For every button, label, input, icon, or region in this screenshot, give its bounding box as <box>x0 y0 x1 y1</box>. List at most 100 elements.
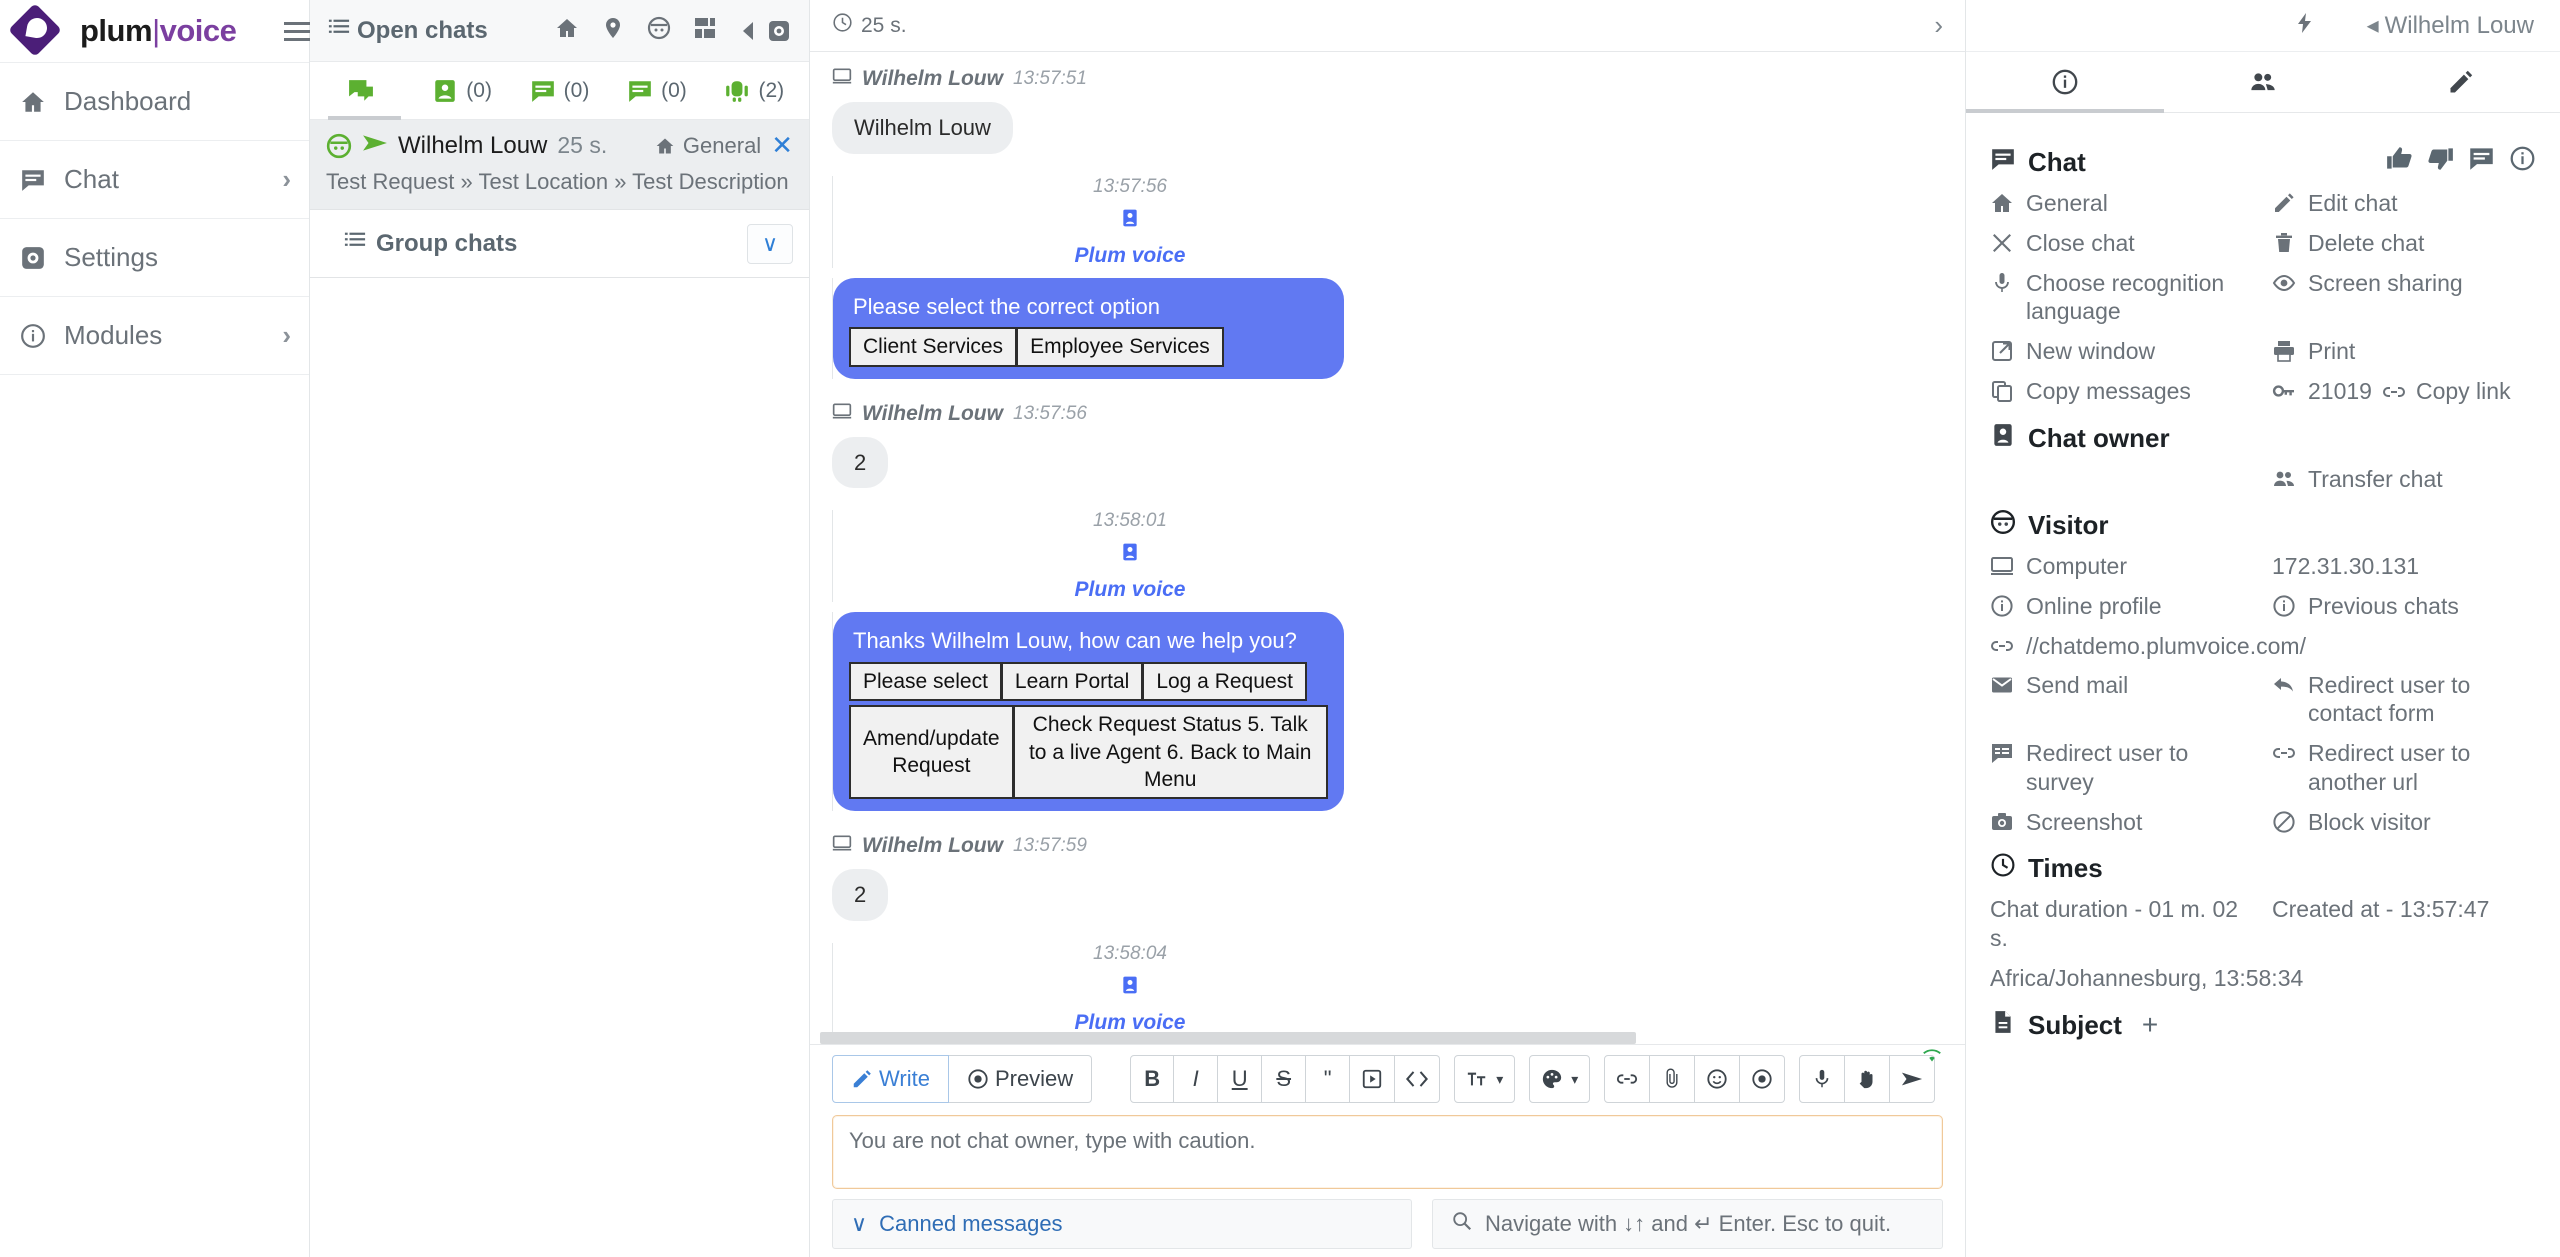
action-online-profile[interactable]: Online profile <box>1990 592 2254 621</box>
expand-panel-icon[interactable]: › <box>1934 10 1943 41</box>
visitor-face-icon[interactable] <box>647 16 671 46</box>
action-edit-chat[interactable]: Edit chat <box>2272 189 2536 218</box>
thumbs-down-icon[interactable] <box>2427 145 2454 179</box>
brand-voice: voice <box>159 13 237 48</box>
tab-info[interactable] <box>1966 52 2164 113</box>
horizontal-scrollbar[interactable] <box>820 1032 1953 1044</box>
microphone-button[interactable] <box>1799 1055 1846 1103</box>
bold-button[interactable]: B <box>1130 1055 1175 1103</box>
italic-button[interactable]: I <box>1174 1055 1219 1103</box>
message-text: Thanks Wilhelm Louw, how can we help you… <box>853 628 1297 654</box>
font-size-button[interactable]: ▾ <box>1454 1055 1516 1103</box>
sidebar-item-settings[interactable]: Settings <box>0 218 309 296</box>
strikethrough-button[interactable]: S <box>1262 1055 1307 1103</box>
quote-button[interactable]: " <box>1306 1055 1351 1103</box>
add-subject-button[interactable]: + <box>2142 1009 2158 1041</box>
tab-bots[interactable]: (2) <box>706 62 803 119</box>
tab-chats[interactable] <box>316 62 413 120</box>
message-meta: Wilhelm Louw 13:57:56 <box>832 401 1943 427</box>
info-icon[interactable] <box>2509 145 2536 179</box>
quick-reply-button[interactable]: Amend/update Request <box>849 705 1014 800</box>
message-input[interactable]: You are not chat owner, type with cautio… <box>832 1115 1943 1189</box>
collapse-settings-group[interactable] <box>739 19 791 43</box>
code-button[interactable] <box>1395 1055 1441 1103</box>
current-user[interactable]: ◂ Wilhelm Louw <box>2367 11 2534 40</box>
group-chats-section[interactable]: Group chats ∨ <box>310 210 809 278</box>
hand-button[interactable] <box>1845 1055 1891 1103</box>
gear-icon <box>18 243 48 273</box>
underline-button[interactable]: U <box>1218 1055 1263 1103</box>
message-group: Wilhelm Louw 13:57:59 2 <box>832 833 1943 921</box>
tab-edit[interactable] <box>2362 52 2560 112</box>
quick-reply-button[interactable]: Learn Portal <box>1001 662 1144 702</box>
message-bubble-line: Wilhelm Louw <box>832 102 1943 154</box>
lightning-icon[interactable] <box>2293 11 2317 41</box>
subject-title: Subject + <box>1990 1009 2536 1042</box>
messages-scroll-area[interactable]: Wilhelm Louw 13:57:51 Wilhelm Louw 13:57… <box>810 52 1965 1044</box>
tab-visitors[interactable]: (0) <box>413 62 510 119</box>
quick-reply-button[interactable]: Check Request Status 5. Talk to a live A… <box>1013 705 1328 800</box>
thumbs-up-icon[interactable] <box>2386 145 2413 179</box>
canned-messages-button[interactable]: ∨ Canned messages <box>832 1199 1412 1249</box>
action-redirect-url[interactable]: Redirect user to another url <box>2272 739 2536 797</box>
tab-messages[interactable]: (0) <box>511 62 608 119</box>
link-button[interactable] <box>1604 1055 1651 1103</box>
pencil-icon <box>2275 193 2294 212</box>
chat-visitor-name: Wilhelm Louw <box>398 131 548 159</box>
clock-icon <box>1990 852 2016 885</box>
sidebar-item-dashboard[interactable]: Dashboard <box>0 62 309 140</box>
action-block-visitor[interactable]: Block visitor <box>2272 808 2536 837</box>
insert-video-button[interactable] <box>1350 1055 1396 1103</box>
italic-glyph: I <box>1192 1066 1199 1091</box>
owner-empty-cell <box>1990 465 2254 494</box>
canned-search-input[interactable]: Navigate with ↓↑ and ↵ Enter. Esc to qui… <box>1432 1199 1943 1249</box>
sidebar-item-chat[interactable]: Chat › <box>0 140 309 218</box>
action-copy-messages[interactable]: Copy messages <box>1990 377 2254 406</box>
action-redirect-survey[interactable]: Redirect user to survey <box>1990 739 2254 797</box>
chevron-down-icon: ▾ <box>1496 1070 1504 1087</box>
tab-messages-2[interactable]: (0) <box>608 62 705 119</box>
action-screen-sharing[interactable]: Screen sharing <box>2272 269 2536 327</box>
close-chat-icon[interactable]: ✕ <box>771 130 793 161</box>
quick-reply-button[interactable]: Please select <box>849 662 1002 702</box>
action-close-chat[interactable]: Close chat <box>1990 229 2254 258</box>
action-previous-chats[interactable]: Previous chats <box>2272 592 2536 621</box>
menu-toggle-icon[interactable] <box>284 21 311 41</box>
visitor-url[interactable]: //chatdemo.plumvoice.com/ <box>1990 632 2536 661</box>
location-pin-icon[interactable] <box>601 16 625 46</box>
action-transfer-chat[interactable]: Transfer chat <box>2272 465 2536 494</box>
write-tab-button[interactable]: Write <box>832 1055 949 1103</box>
canned-messages-label: Canned messages <box>879 1211 1063 1236</box>
back-arrow-icon: ◂ <box>2366 12 2379 39</box>
scrollbar-thumb[interactable] <box>820 1032 1636 1044</box>
action-send-mail[interactable]: Send mail <box>1990 671 2254 729</box>
tab-people[interactable] <box>2164 52 2362 112</box>
text-color-button[interactable]: ▾ <box>1529 1055 1591 1103</box>
record-button[interactable] <box>1740 1055 1786 1103</box>
list-item[interactable]: Wilhelm Louw 25 s. General ✕ Test Reques… <box>310 120 809 210</box>
preview-tab-button[interactable]: Preview <box>948 1055 1093 1103</box>
chat-actions-grid: General Edit chat Close chat Delete chat… <box>1990 189 2536 406</box>
action-screenshot[interactable]: Screenshot <box>1990 808 2254 837</box>
home-icon[interactable] <box>555 16 579 46</box>
quick-reply-button[interactable]: Employee Services <box>1017 327 1224 367</box>
quick-reply-button[interactable]: Log a Request <box>1143 662 1307 702</box>
message-icon[interactable] <box>2468 145 2495 179</box>
action-recognition-language[interactable]: Choose recognition language <box>1990 269 2254 327</box>
open-chats-label: Open chats <box>357 16 488 44</box>
message-meta: 13:57:56 Plum voice <box>832 175 1427 268</box>
action-new-window[interactable]: New window <box>1990 337 2254 366</box>
quick-reply-button[interactable]: Client Services <box>849 327 1018 367</box>
action-general[interactable]: General <box>1990 189 2254 218</box>
emoji-button[interactable] <box>1695 1055 1741 1103</box>
chevron-down-icon[interactable]: ∨ <box>747 223 793 264</box>
action-print[interactable]: Print <box>2272 337 2536 366</box>
copy-link-label[interactable]: Copy link <box>2416 377 2511 406</box>
rating-icons <box>2386 145 2536 179</box>
attachment-button[interactable] <box>1650 1055 1696 1103</box>
action-redirect-contact-form[interactable]: Redirect user to contact form <box>2272 671 2536 729</box>
sidebar-item-modules[interactable]: Modules › <box>0 296 309 374</box>
grid-icon[interactable] <box>693 16 717 46</box>
message-meta: 13:58:04 Plum voice <box>832 942 1427 1035</box>
action-delete-chat[interactable]: Delete chat <box>2272 229 2536 258</box>
